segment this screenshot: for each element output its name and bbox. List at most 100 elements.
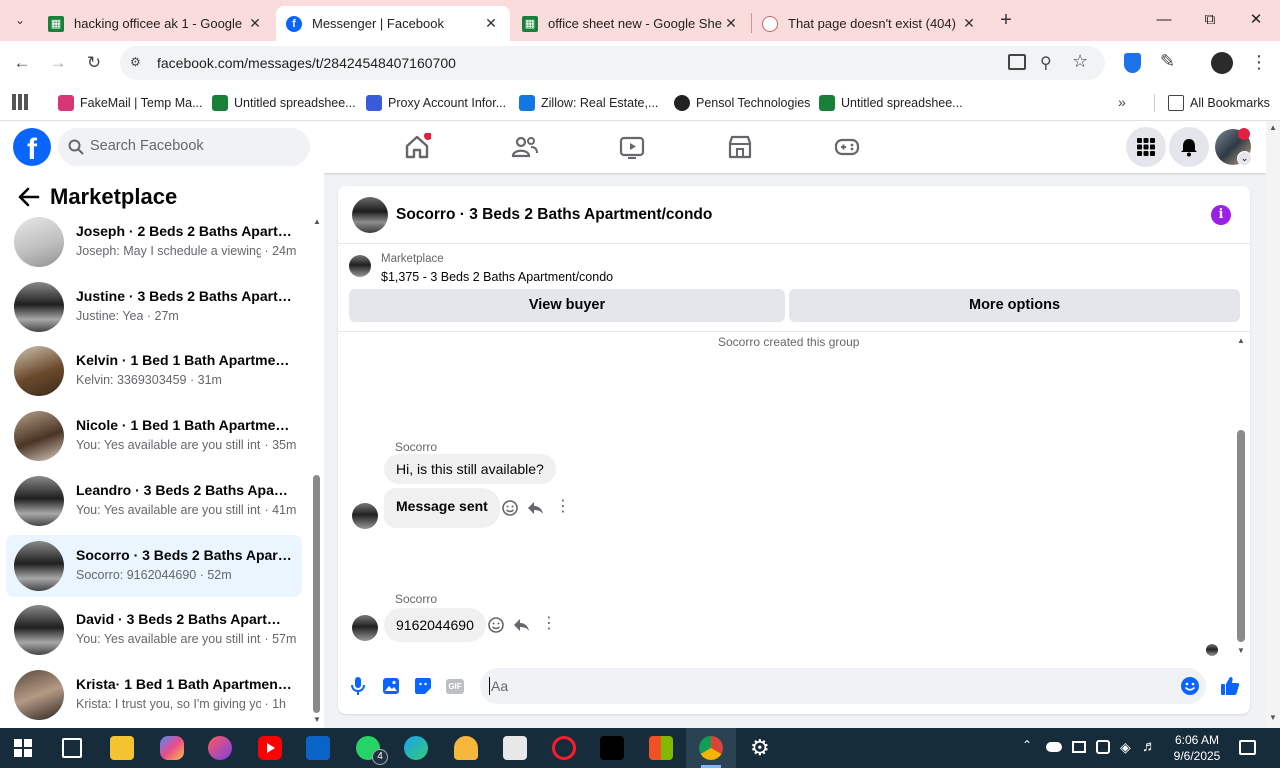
bookmark-proxy-account[interactable]: Proxy Account Infor... xyxy=(366,93,506,113)
network-device-icon[interactable] xyxy=(1096,740,1110,754)
tab-messenger[interactable]: f Messenger | Facebook ✕ xyxy=(276,6,510,41)
messages-scroll-thumb[interactable] xyxy=(1237,430,1245,642)
tab-office-sheet-new[interactable]: ▦ office sheet new - Google Sheets ✕ xyxy=(512,6,750,41)
thumbs-up-icon[interactable] xyxy=(1220,676,1240,696)
tray-chevron-up-icon[interactable]: ⌃ xyxy=(1022,738,1032,752)
message-bubble[interactable]: Hi, is this still available? xyxy=(384,454,556,484)
scroll-down-arrow-icon[interactable]: ▼ xyxy=(1237,646,1245,655)
onedrive-cloud-icon[interactable] xyxy=(1046,742,1062,752)
copilot-icon[interactable] xyxy=(160,736,184,760)
sender-avatar[interactable] xyxy=(352,615,378,641)
chat-item[interactable]: Nicole · 1 Bed 1 Bath Apartment/condo You… xyxy=(6,405,302,467)
facebook-logo-icon[interactable]: f xyxy=(13,128,51,166)
windows-start-icon[interactable] xyxy=(14,739,32,757)
listing-title[interactable]: $1,375 - 3 Beds 2 Baths Apartment/condo xyxy=(381,270,613,284)
close-tab-icon[interactable]: ✕ xyxy=(246,15,264,32)
gaming-icon[interactable] xyxy=(833,133,861,161)
home-icon[interactable] xyxy=(403,133,431,161)
tab-hacking-officee[interactable]: ▦ hacking officee ak 1 - Google Sheets ✕ xyxy=(38,6,274,41)
close-window-icon[interactable]: ✕ xyxy=(1236,8,1276,32)
youtube-icon[interactable] xyxy=(258,736,282,760)
react-emoji-icon[interactable] xyxy=(501,499,519,517)
url-text[interactable]: facebook.com/messages/t/2842454840716070… xyxy=(157,55,456,71)
sticker-icon[interactable] xyxy=(414,677,432,695)
scroll-up-arrow-icon[interactable]: ▲ xyxy=(1269,123,1277,132)
video-icon[interactable] xyxy=(618,133,646,161)
scroll-up-arrow-icon[interactable]: ▲ xyxy=(313,217,321,226)
emoji-icon[interactable] xyxy=(1180,676,1200,696)
reply-icon[interactable] xyxy=(526,499,544,517)
react-emoji-icon[interactable] xyxy=(487,616,505,634)
scroll-down-arrow-icon[interactable]: ▼ xyxy=(313,715,321,724)
search-input[interactable]: Search Facebook xyxy=(90,138,204,154)
notifications-button[interactable] xyxy=(1169,127,1209,167)
search-facebook-box[interactable]: Search Facebook xyxy=(58,128,310,166)
message-bubble[interactable]: Message sent xyxy=(384,488,500,528)
outlook-icon[interactable] xyxy=(306,736,330,760)
more-bookmarks-chevron-icon[interactable]: » xyxy=(1118,94,1126,110)
profile-avatar[interactable] xyxy=(1211,52,1233,74)
apps-grid-icon[interactable] xyxy=(12,94,28,110)
wifi-icon[interactable]: ◈ xyxy=(1120,739,1131,756)
bookmark-untitled-spreadsheet-1[interactable]: Untitled spreadshee... xyxy=(212,93,356,113)
reply-icon[interactable] xyxy=(512,616,530,634)
battery-icon[interactable] xyxy=(1072,741,1086,753)
bookmark-fakemail[interactable]: FakeMail | Temp Ma... xyxy=(58,93,203,113)
message-bubble[interactable]: 9162044690 xyxy=(384,608,486,642)
sidebar-scroll-thumb[interactable] xyxy=(313,475,320,713)
page-scrollbar[interactable]: ▲ ▼ xyxy=(1266,121,1280,728)
chrome-menu-icon[interactable]: ⋮ xyxy=(1250,52,1268,72)
reload-icon[interactable]: ↻ xyxy=(82,51,106,75)
chat-item[interactable]: Leandro · 3 Beds 2 Baths Apartment/condo… xyxy=(6,470,302,532)
close-tab-icon[interactable]: ✕ xyxy=(482,15,500,32)
new-tab-button[interactable]: + xyxy=(994,8,1018,32)
chat-item[interactable]: Krista· 1 Bed 1 Bath Apartment/condo Kris… xyxy=(6,664,302,726)
system-clock[interactable]: 6:06 AM 9/6/2025 xyxy=(1162,732,1232,764)
settings-gear-icon[interactable]: ⚙ xyxy=(750,736,770,760)
scroll-down-arrow-icon[interactable]: ▼ xyxy=(1269,713,1277,722)
close-tab-icon[interactable]: ✕ xyxy=(722,15,740,32)
more-options-button[interactable]: More options xyxy=(789,289,1240,322)
all-bookmarks-folder[interactable]: All Bookmarks xyxy=(1168,93,1270,113)
conversation-info-icon[interactable]: i xyxy=(1211,205,1231,225)
marketplace-icon[interactable] xyxy=(726,133,754,161)
bookmark-pensol[interactable]: Pensol Technologies xyxy=(674,93,810,113)
extensions-puzzle-icon[interactable]: ✎ xyxy=(1160,51,1175,72)
messages-scrollbar[interactable]: ▲ ▼ xyxy=(1236,336,1246,656)
scroll-up-arrow-icon[interactable]: ▲ xyxy=(1237,336,1245,345)
address-bar[interactable]: ⚙ facebook.com/messages/t/28424548407160… xyxy=(120,46,1105,80)
gif-icon[interactable]: GIF xyxy=(446,679,464,694)
tab-reddit-404[interactable]: That page doesn't exist (404) - Reddit ✕ xyxy=(752,6,988,41)
bookmark-untitled-spreadsheet-2[interactable]: Untitled spreadshee... xyxy=(819,93,963,113)
more-actions-icon[interactable]: ⋮ xyxy=(555,498,571,516)
tiktok-icon[interactable] xyxy=(600,736,624,760)
zoom-icon[interactable]: ⚲ xyxy=(1040,53,1052,73)
conversation-avatar[interactable] xyxy=(352,197,388,233)
microsoft-store-icon[interactable] xyxy=(649,736,673,760)
site-info-icon[interactable]: ⚙ xyxy=(130,55,146,71)
chat-item[interactable]: Socorro · 3 Beds 2 Baths Apartment/condo… xyxy=(6,534,302,597)
chat-item[interactable]: David · 3 Beds 2 Baths Apartment/condo Yo… xyxy=(6,599,302,661)
medal-icon[interactable] xyxy=(454,736,478,760)
close-tab-icon[interactable]: ✕ xyxy=(960,15,978,32)
chat-item[interactable]: Kelvin · 1 Bed 1 Bath Apartment/condo Kel… xyxy=(6,340,302,402)
volume-icon[interactable]: ♬ xyxy=(1142,738,1157,755)
chat-item[interactable]: Justine · 3 Beds 2 Baths Apartment/condo… xyxy=(6,276,302,338)
app-icon[interactable] xyxy=(503,736,527,760)
back-arrow-icon[interactable] xyxy=(18,187,40,207)
message-input[interactable]: Aa xyxy=(480,668,1206,704)
chrome-taskbar-active[interactable] xyxy=(686,728,736,768)
bookmark-star-icon[interactable]: ☆ xyxy=(1072,51,1088,72)
forward-arrow-icon[interactable]: → xyxy=(46,51,70,75)
app-icon[interactable] xyxy=(208,736,232,760)
file-explorer-icon[interactable] xyxy=(110,736,134,760)
view-buyer-button[interactable]: View buyer xyxy=(349,289,785,322)
back-arrow-icon[interactable]: ← xyxy=(10,51,34,75)
photo-icon[interactable] xyxy=(382,677,400,695)
chat-item[interactable]: Joseph · 2 Beds 2 Baths Apartment/condo J… xyxy=(6,211,302,273)
bookmark-zillow[interactable]: Zillow: Real Estate,... xyxy=(519,93,658,113)
friends-icon[interactable] xyxy=(511,133,539,161)
restore-icon[interactable]: ⧉ xyxy=(1190,8,1230,32)
notification-center-icon[interactable] xyxy=(1239,740,1256,755)
opera-icon[interactable] xyxy=(552,736,576,760)
